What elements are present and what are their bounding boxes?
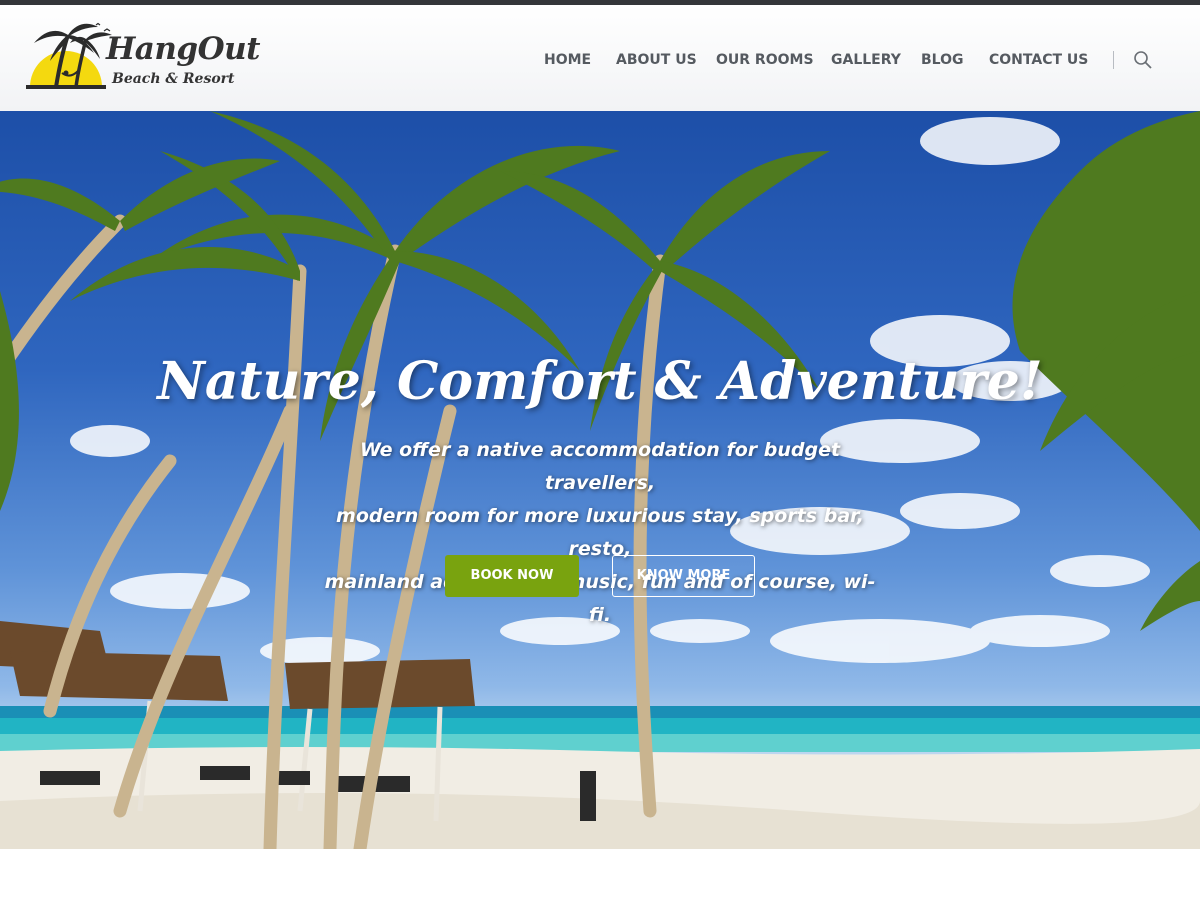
hero-description: We offer a native accommodation for budg… <box>320 434 880 632</box>
nav-blog[interactable]: BLOG <box>921 49 964 71</box>
book-now-button[interactable]: BOOK NOW <box>445 555 579 597</box>
main-navigation: HOME ABOUT US OUR ROOMS GALLERY BLOG CON… <box>0 5 1200 111</box>
page-content-area <box>0 849 1200 900</box>
nav-our-rooms[interactable]: OUR ROOMS <box>716 49 814 71</box>
hero-title: Nature, Comfort & Adventure! <box>157 351 1043 412</box>
site-header: HangOut Beach & Resort HOME ABOUT US OUR… <box>0 5 1200 111</box>
search-icon[interactable] <box>1133 50 1153 70</box>
hero-content: Nature, Comfort & Adventure! We offer a … <box>0 111 1200 849</box>
nav-gallery[interactable]: GALLERY <box>831 49 901 71</box>
know-more-button[interactable]: KNOW MORE <box>612 555 755 597</box>
nav-home[interactable]: HOME <box>544 49 591 71</box>
hero-description-line: We offer a native accommodation for budg… <box>359 439 841 494</box>
hero-banner: Nature, Comfort & Adventure! We offer a … <box>0 111 1200 849</box>
nav-contact-us[interactable]: CONTACT US <box>989 49 1088 71</box>
hero-description-line: modern room for more luxurious stay, spo… <box>336 505 864 560</box>
nav-about-us[interactable]: ABOUT US <box>616 49 697 71</box>
hero-description-line: mainland adventures, music, fun and of c… <box>324 571 876 626</box>
nav-divider <box>1113 51 1114 69</box>
